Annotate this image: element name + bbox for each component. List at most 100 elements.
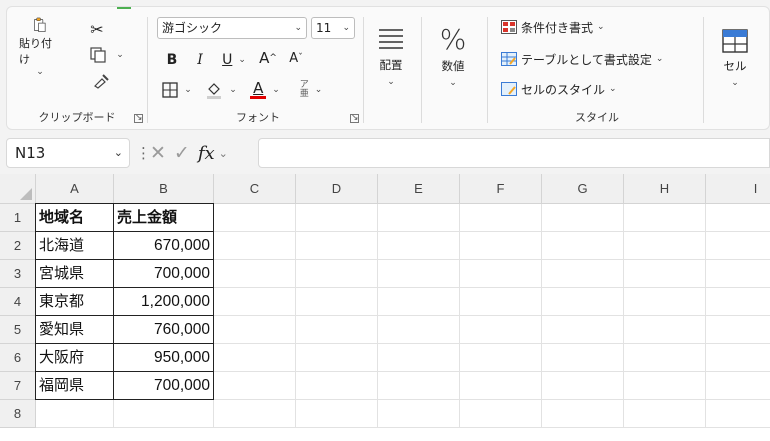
cells-button[interactable]: セル ⌄ (711, 17, 759, 97)
copy-button[interactable]: ⌄ (85, 45, 129, 65)
increase-font-button[interactable]: A ^ (257, 47, 279, 69)
cell-d1[interactable] (296, 204, 378, 232)
cell-h4[interactable] (624, 288, 706, 316)
cell-e2[interactable] (378, 232, 460, 260)
cell-c6[interactable] (214, 344, 296, 372)
cell-e1[interactable] (378, 204, 460, 232)
cell-f5[interactable] (460, 316, 542, 344)
cell-g3[interactable] (542, 260, 624, 288)
cell-d7[interactable] (296, 372, 378, 400)
italic-button[interactable]: I (191, 49, 209, 71)
row-header-7[interactable]: 7 (0, 372, 36, 400)
cell-d6[interactable] (296, 344, 378, 372)
cell-i2[interactable] (706, 232, 770, 260)
cell-b4[interactable]: 1,200,000 (113, 287, 214, 316)
cell-i8[interactable] (706, 400, 770, 428)
column-header-d[interactable]: D (296, 174, 378, 204)
paste-chevron-icon[interactable]: ⌄ (36, 67, 44, 77)
cell-d8[interactable] (296, 400, 378, 428)
cell-g4[interactable] (542, 288, 624, 316)
cell-d3[interactable] (296, 260, 378, 288)
confirm-icon[interactable]: ✓ (174, 142, 190, 164)
column-header-b[interactable]: B (114, 174, 214, 204)
column-header-e[interactable]: E (378, 174, 460, 204)
cell-h7[interactable] (624, 372, 706, 400)
cell-e8[interactable] (378, 400, 460, 428)
cell-a3[interactable]: 宮城県 (35, 259, 114, 288)
cell-styles-button[interactable]: セルのスタイル ⌄ (501, 79, 617, 99)
cell-b1[interactable]: 売上金額 (113, 203, 214, 232)
cell-a1[interactable]: 地域名 (35, 203, 114, 232)
phonetic-button[interactable]: ア亜 ⌄ (293, 79, 329, 101)
column-header-a[interactable]: A (36, 174, 114, 204)
cell-b7[interactable]: 700,000 (113, 371, 214, 400)
font-color-button[interactable]: A ⌄ (247, 79, 283, 101)
chevron-down-icon[interactable]: ⌄ (219, 147, 228, 160)
cell-f4[interactable] (460, 288, 542, 316)
cell-b5[interactable]: 760,000 (113, 315, 214, 344)
cell-g8[interactable] (542, 400, 624, 428)
formula-input[interactable] (258, 138, 770, 168)
cell-c2[interactable] (214, 232, 296, 260)
cell-c7[interactable] (214, 372, 296, 400)
cell-i5[interactable] (706, 316, 770, 344)
row-header-2[interactable]: 2 (0, 232, 36, 260)
more-options-icon[interactable]: ⋮ (136, 144, 151, 162)
cell-b6[interactable]: 950,000 (113, 343, 214, 372)
copy-chevron-icon[interactable]: ⌄ (116, 50, 124, 60)
cell-c8[interactable] (214, 400, 296, 428)
cell-i1[interactable] (706, 204, 770, 232)
cell-i4[interactable] (706, 288, 770, 316)
cell-e4[interactable] (378, 288, 460, 316)
cell-a4[interactable]: 東京都 (35, 287, 114, 316)
cell-e3[interactable] (378, 260, 460, 288)
cell-h6[interactable] (624, 344, 706, 372)
cell-i7[interactable] (706, 372, 770, 400)
cell-g7[interactable] (542, 372, 624, 400)
cell-d2[interactable] (296, 232, 378, 260)
cell-c4[interactable] (214, 288, 296, 316)
column-header-f[interactable]: F (460, 174, 542, 204)
cell-f1[interactable] (460, 204, 542, 232)
row-header-6[interactable]: 6 (0, 344, 36, 372)
cell-c5[interactable] (214, 316, 296, 344)
cell-b3[interactable]: 700,000 (113, 259, 214, 288)
cell-c1[interactable] (214, 204, 296, 232)
select-all-corner[interactable] (0, 174, 36, 204)
cell-g2[interactable] (542, 232, 624, 260)
column-header-h[interactable]: H (624, 174, 706, 204)
fill-color-button[interactable]: ⌄ (203, 79, 239, 101)
cell-d4[interactable] (296, 288, 378, 316)
cell-i6[interactable] (706, 344, 770, 372)
cell-d5[interactable] (296, 316, 378, 344)
cell-h5[interactable] (624, 316, 706, 344)
row-header-3[interactable]: 3 (0, 260, 36, 288)
chevron-down-icon[interactable]: ⌄ (114, 139, 123, 167)
font-size-select[interactable]: 11 ⌄ (311, 17, 355, 39)
cell-c3[interactable] (214, 260, 296, 288)
clipboard-launcher-icon[interactable]: ↘ (134, 114, 143, 123)
cell-f2[interactable] (460, 232, 542, 260)
cell-a8[interactable] (36, 400, 114, 428)
cell-f3[interactable] (460, 260, 542, 288)
cell-f8[interactable] (460, 400, 542, 428)
conditional-formatting-button[interactable]: 条件付き書式 ⌄ (501, 17, 605, 37)
format-as-table-button[interactable]: テーブルとして書式設定 ⌄ (501, 49, 663, 69)
row-header-8[interactable]: 8 (0, 400, 36, 428)
cell-h3[interactable] (624, 260, 706, 288)
number-format-button[interactable]: % 数値 ⌄ (429, 17, 477, 97)
cell-g5[interactable] (542, 316, 624, 344)
cell-a5[interactable]: 愛知県 (35, 315, 114, 344)
cell-i3[interactable] (706, 260, 770, 288)
cell-a2[interactable]: 北海道 (35, 231, 114, 260)
cell-g1[interactable] (542, 204, 624, 232)
cancel-icon[interactable]: ✕ (150, 142, 166, 164)
font-launcher-icon[interactable]: ↘ (350, 114, 359, 123)
format-painter-button[interactable] (91, 71, 111, 91)
decrease-font-button[interactable]: Aˇ (285, 47, 307, 69)
borders-button[interactable]: ⌄ (159, 79, 195, 101)
row-header-5[interactable]: 5 (0, 316, 36, 344)
cell-g6[interactable] (542, 344, 624, 372)
cell-a7[interactable]: 福岡県 (35, 371, 114, 400)
cell-b2[interactable]: 670,000 (113, 231, 214, 260)
